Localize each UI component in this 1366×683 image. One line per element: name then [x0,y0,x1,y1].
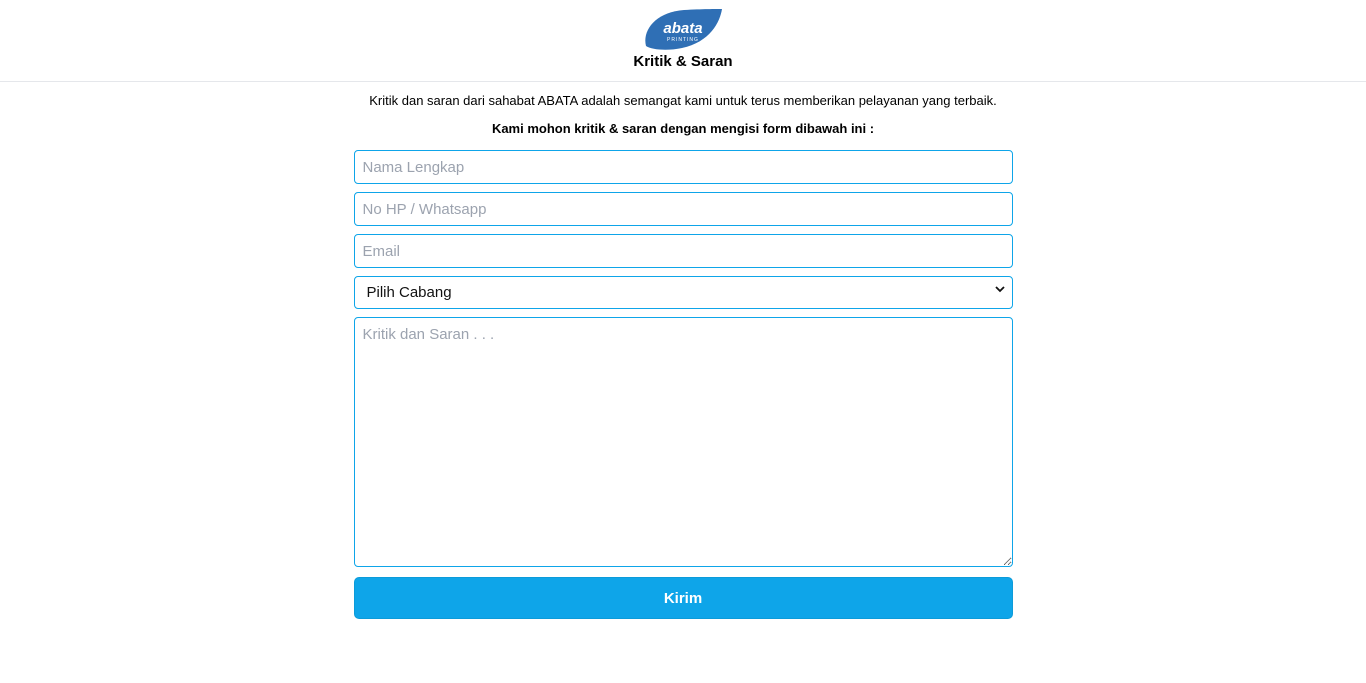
feedback-form: Pilih Cabang Kirim [353,150,1013,619]
page-header: abata PRINTING Kritik & Saran [0,0,1366,82]
phone-input[interactable] [353,192,1013,226]
name-input[interactable] [353,150,1013,184]
abata-logo: abata PRINTING [645,9,722,50]
branch-select[interactable]: Pilih Cabang [353,276,1013,309]
intro-text: Kritik dan saran dari sahabat ABATA adal… [369,93,997,108]
submit-button[interactable]: Kirim [353,577,1013,619]
page-title: Kritik & Saran [633,53,733,70]
email-input[interactable] [353,234,1013,268]
logo-subtext: PRINTING [667,37,699,43]
chevron-down-icon [994,286,1005,293]
instruction-text: Kami mohon kritik & saran dengan mengisi… [491,121,875,136]
message-textarea[interactable] [353,317,1013,567]
logo-text: abata [663,20,702,37]
branch-select-value: Pilih Cabang [366,284,452,301]
